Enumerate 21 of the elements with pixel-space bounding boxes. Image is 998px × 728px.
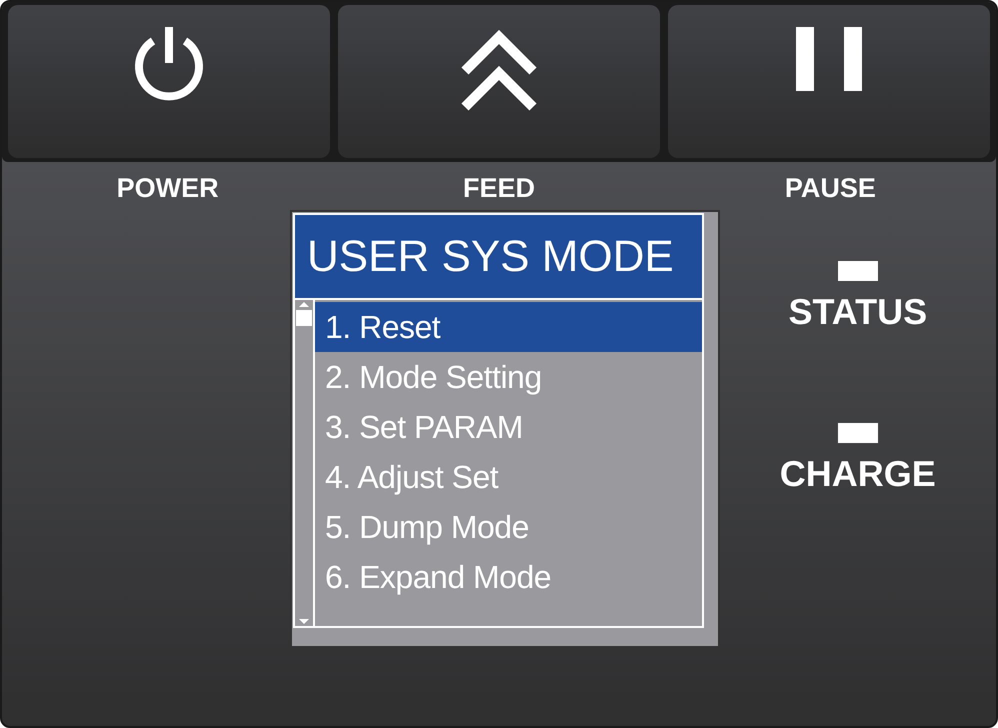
indicator-label: CHARGE: [780, 456, 936, 492]
menu-item[interactable]: 6. Expand Mode: [315, 552, 702, 602]
pause-icon: [796, 27, 862, 91]
scrollbar[interactable]: [295, 300, 315, 626]
scrollbar-thumb[interactable]: [296, 310, 312, 326]
menu-item[interactable]: 4. Adjust Set: [315, 452, 702, 502]
panel-button[interactable]: [338, 5, 660, 158]
indicator-label: STATUS: [788, 294, 928, 330]
menu-item[interactable]: 1. Reset: [315, 302, 702, 352]
button-label: FEED: [462, 174, 535, 202]
menu-item[interactable]: 5. Dump Mode: [315, 502, 702, 552]
button-label: PAUSE: [784, 174, 876, 202]
screen-title: USER SYS MODE: [293, 213, 704, 300]
menu-item[interactable]: 2. Mode Setting: [315, 352, 702, 402]
double-chevron-up-icon: [461, 27, 537, 111]
panel-button[interactable]: [668, 5, 990, 158]
indicator-light: [836, 260, 879, 282]
menu-item[interactable]: 3. Set PARAM: [315, 402, 702, 452]
button-label: POWER: [116, 174, 219, 202]
indicator-light: [836, 422, 879, 444]
panel-button[interactable]: [8, 5, 330, 158]
